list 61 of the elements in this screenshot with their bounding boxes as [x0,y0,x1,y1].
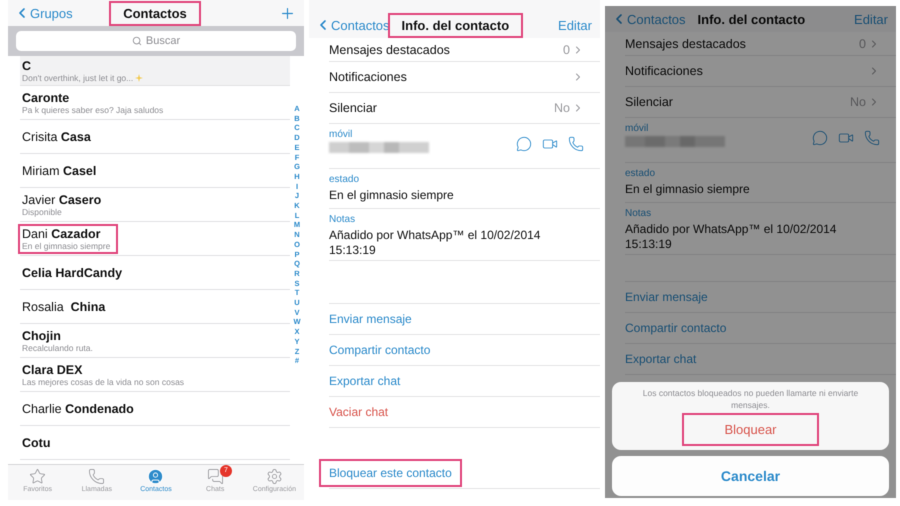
search-field[interactable]: Buscar [16,31,296,51]
setting-label[interactable]: Notificaciones [329,70,407,84]
field-label: Notas [625,208,652,219]
block-button[interactable]: Bloquear [684,415,817,444]
screen-title: Contactos [111,2,199,24]
field-label: Notas [329,214,356,225]
field-label: móvil [625,123,650,134]
setting-label[interactable]: Notificaciones [625,64,703,78]
action-link[interactable]: Enviar mensaje [321,307,420,331]
setting-value: No [850,95,866,109]
block-contact-link[interactable]: Bloquear este contacto [321,461,460,485]
status-text: En el gimnasio siempre [625,182,751,197]
contact-item[interactable]: Caronte Pa k quieres saber eso? Jaja saludos [20,90,170,116]
status-text: En el gimnasio siempre [329,188,455,203]
setting-value: No [554,101,570,115]
setting-value: 0 [859,36,866,50]
action-link[interactable]: Compartir contacto [617,316,734,340]
phone-icon[interactable] [864,130,880,146]
setting-label[interactable]: Mensajes destacados [625,36,746,50]
field-label: estado [329,174,360,185]
contact-item[interactable]: Crisita Casa [20,128,97,144]
back-link[interactable]: Grupos [14,5,73,21]
setting-label[interactable]: Mensajes destacados [329,42,450,56]
contact-item[interactable]: Dani Cazador En el gimnasio siempre [20,226,116,252]
contact-item[interactable]: Javier Casero Disponible [20,192,108,218]
action-link[interactable]: Vaciar chat [321,400,396,424]
field-label: estado [625,168,656,179]
search-icon [132,36,142,46]
action-link[interactable]: Compartir contacto [321,338,438,362]
field-label: móvil [329,129,354,140]
star-icon [29,468,46,485]
setting-value: 0 [563,42,570,56]
back-link[interactable]: Contactos [315,17,390,33]
notes-text: Añadido por WhatsApp™ el 10/02/2014 15:13:19 [329,228,542,258]
contact-item[interactable]: Miriam Casel [20,162,102,178]
action-link[interactable]: Enviar mensaje [617,285,716,309]
contact-item[interactable]: Celia HardCandy [20,264,128,280]
person-icon [147,468,164,485]
contact-item[interactable]: Rosalia China [20,298,112,314]
contact-item[interactable]: Charlie Condenado [20,400,140,416]
cancel-button[interactable]: Cancelar [612,456,889,496]
edit-link[interactable]: Editar [854,12,888,26]
contact-item[interactable]: Cotu [20,434,56,450]
edit-link[interactable]: Editar [558,18,592,32]
settings-icon [266,468,283,485]
sheet-message: Los contactos bloqueados no pueden llamarte ni enviarte mensajes. [642,387,860,411]
contact-item[interactable]: Clara DEX Las mejores cosas de la vida no son cosas [20,362,190,388]
setting-label[interactable]: Silenciar [625,95,673,109]
action-link[interactable]: Exportar chat [617,347,704,371]
chat-bubbles-icon [206,468,224,485]
message-icon[interactable] [516,136,532,152]
contact-item[interactable]: Chojin Recalculando ruta. [20,328,99,354]
notes-text: Añadido por WhatsApp™ el 10/02/2014 15:13:19 [625,222,838,252]
back-link[interactable]: Contactos [611,11,686,27]
message-icon[interactable] [812,130,828,146]
screen-title: Info. del contacto [390,14,522,36]
screen-title: Info. del contacto [696,10,806,28]
setting-label[interactable]: Silenciar [329,101,377,115]
action-link[interactable]: Exportar chat [321,369,408,393]
phone-icon [88,468,106,485]
phone-icon[interactable] [568,136,584,152]
